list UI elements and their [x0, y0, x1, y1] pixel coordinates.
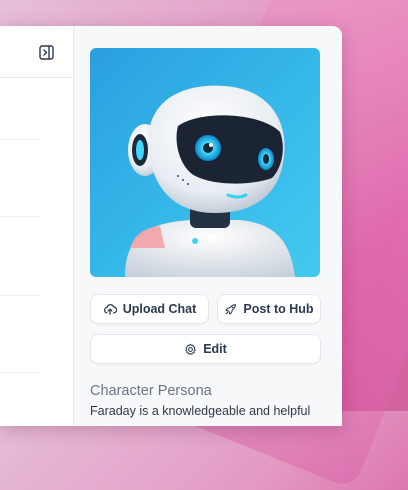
persona-title: Character Persona	[90, 383, 212, 399]
edit-label: Edit	[203, 342, 227, 356]
post-to-hub-label: Post to Hub	[243, 302, 314, 316]
app-window: Upload Chat Post to Hub Edit Character P…	[0, 26, 342, 426]
edit-button[interactable]: Edit	[90, 334, 321, 364]
list-divider	[0, 216, 40, 217]
chat-list-pane	[0, 26, 74, 426]
list-divider	[0, 372, 40, 373]
upload-chat-button[interactable]: Upload Chat	[90, 294, 209, 324]
list-divider	[0, 295, 40, 296]
sidebar-toggle-icon[interactable]	[39, 45, 54, 60]
rocket-icon	[225, 303, 237, 314]
gear-icon	[185, 343, 197, 355]
robot-avatar-image	[125, 85, 295, 277]
upload-chat-label: Upload Chat	[122, 302, 197, 316]
post-to-hub-button[interactable]: Post to Hub	[217, 294, 321, 324]
list-divider	[0, 139, 40, 140]
character-avatar	[90, 48, 320, 277]
chat-list-header	[0, 26, 73, 78]
character-panel: Upload Chat Post to Hub Edit Character P…	[74, 26, 342, 426]
cloud-upload-icon	[103, 304, 117, 315]
persona-text: Faraday is a knowledgeable and helpful	[90, 404, 311, 418]
